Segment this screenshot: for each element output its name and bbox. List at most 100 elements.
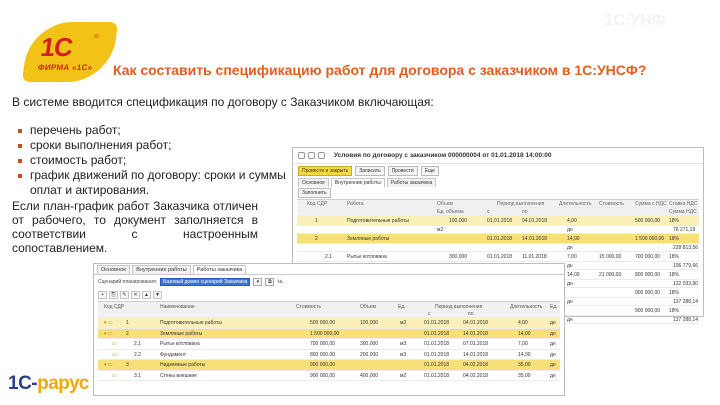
col-from: с	[487, 209, 490, 215]
item-icon: ▭	[112, 351, 117, 358]
table-cell: 14.01.2018	[463, 351, 489, 358]
logo-part-a: 1С-	[8, 373, 38, 394]
bullet-item: график движений по договору: сроки и сум…	[18, 168, 298, 198]
tab-customer-works[interactable]: Работы заказчика	[386, 178, 437, 187]
bullet-item: перечень работ;	[18, 123, 298, 138]
folder-icon: ▾ ▭	[104, 362, 113, 368]
intro-text: В системе вводится спецификация по догов…	[12, 95, 434, 109]
table-cell: м3	[400, 341, 407, 347]
table-cell: 04.01.2018	[463, 320, 489, 326]
col-qty: Объем	[437, 201, 453, 207]
col-to: по	[522, 209, 528, 215]
item-icon: ▭	[112, 372, 117, 379]
table-cell: 18%	[669, 308, 680, 314]
bullet-list: перечень работ; сроки выполнения работ; …	[18, 123, 298, 198]
save-button[interactable]: Записать	[355, 165, 385, 176]
table-cell: 04.02.2018	[463, 362, 489, 368]
tab-main[interactable]: Основное	[298, 178, 329, 187]
table-row[interactable]: ▾ ▭ 1 Подготовительные работы 500 000,00 100…	[98, 318, 560, 329]
table-cell: дн	[567, 281, 573, 287]
table-row-detail[interactable]: дн 228 813,56	[297, 244, 699, 252]
star-icon[interactable]	[318, 152, 325, 159]
table-cell: 01.01.2018	[424, 372, 450, 379]
table-cell: дн	[567, 245, 573, 251]
table-cell: 14,00	[518, 330, 531, 337]
table-cell: 01.01.2018	[424, 330, 450, 337]
bullet-item: сроки выполнения работ;	[18, 138, 298, 153]
table-cell: Земляные работы	[160, 330, 203, 337]
edit-icon[interactable]: ✎	[120, 291, 129, 299]
add-icon[interactable]: +	[98, 291, 107, 299]
tab-main[interactable]: Основное	[97, 265, 131, 274]
table-cell: Фундамент	[160, 351, 187, 358]
item-icon: ▭	[112, 341, 117, 347]
up-arrow-icon[interactable]: ▲	[142, 291, 151, 299]
table-cell: 4,00	[567, 218, 577, 224]
tab-internal-works[interactable]: Внутренние работы	[132, 265, 191, 274]
fill-button[interactable]: Заполнить	[298, 187, 331, 198]
table-row[interactable]: 2 Земляные работы 01.01.2018 14.01.2018 14,0…	[297, 234, 699, 244]
table-cell: Рытье котлована	[347, 254, 387, 260]
watermark: 1С:УНФ	[604, 12, 666, 29]
post-and-close-button[interactable]: Провести и закрыть	[298, 165, 353, 176]
folder-icon: ▾ ▭	[104, 330, 113, 337]
table-cell: 122 033,90	[673, 281, 699, 287]
scenario-number: №	[277, 279, 283, 285]
table-cell: 18%	[669, 218, 680, 224]
table-cell: 18%	[669, 290, 680, 296]
bullet-item: стоимость работ;	[18, 153, 298, 168]
table-cell: 1	[315, 218, 318, 224]
toolbar: Провести и закрыть Записать Провести Еще	[293, 164, 703, 177]
table-cell: 04.01.2018	[522, 218, 548, 224]
more-button[interactable]: Еще	[420, 165, 439, 176]
table-cell: 2.2	[134, 351, 141, 358]
scenario-select[interactable]: Базовый домен сценарий Заказчика	[160, 278, 251, 286]
table-row[interactable]: ▾ ▭ 3 Надземные работы 900 000,00 01.01.2018…	[98, 360, 560, 371]
table-row[interactable]: ▭ 2.1 Рытье котлована 700 000,00 300,000 м3 01…	[98, 339, 560, 350]
table-row-detail[interactable]: м2 дн 76 271,19	[297, 226, 699, 234]
post-button[interactable]: Провести	[387, 165, 418, 176]
table-cell: 15 000,00	[599, 254, 622, 260]
back-arrow-icon[interactable]	[298, 152, 305, 159]
table-cell: 01.01.2018	[487, 254, 513, 260]
table-cell: дн	[550, 320, 556, 326]
table-row[interactable]: ▭ 3.1 Стены внешние 900 000,00 400,000 м2 01.0…	[98, 371, 560, 381]
table-row[interactable]: 2.1 Рытье котлована 300,000 01.01.2018 11.01…	[297, 252, 699, 262]
table-cell: дн	[550, 341, 556, 347]
table-row[interactable]: ▾ ▭ 2 Земляные работы 1 500 000,00 01.01.201…	[98, 328, 560, 339]
presentation-slide: { "logo": {"brand": "1С", "sub": "ФИРМА …	[0, 0, 720, 405]
tab-customer-works[interactable]: Работы заказчика	[192, 265, 247, 274]
table-cell: 137 288,14	[673, 299, 699, 305]
down-arrow-icon[interactable]: ▼	[153, 291, 162, 299]
folder-icon: ▾ ▭	[104, 320, 113, 326]
chevron-down-icon[interactable]: ▾	[253, 278, 263, 286]
table-cell: 76 271,19	[673, 227, 696, 233]
table-cell: 228 813,56	[673, 245, 699, 251]
table-cell: 900 000,00	[635, 308, 661, 314]
table-cell: 800 000,00	[635, 272, 661, 278]
table-cell: дн	[567, 299, 573, 305]
table-cell: 18%	[669, 272, 680, 278]
logo-brand-text: 1С	[38, 32, 75, 62]
table-cell: 01.01.2018	[487, 236, 513, 242]
copy-icon[interactable]: ⎘	[109, 291, 118, 299]
tab-bar: Основное Внутренние работы Работы заказч…	[94, 264, 564, 275]
logo-part-b: рарус	[37, 373, 89, 394]
col-work: Работа	[347, 201, 364, 207]
open-icon[interactable]: ⧉	[265, 278, 275, 286]
table-cell: 200,000	[360, 351, 379, 358]
table-cell: 14,00	[518, 351, 531, 358]
table-row[interactable]: 1 Подготовительные работы 100,000 01.01.201…	[297, 216, 699, 226]
col-cost: Стоимость	[296, 304, 322, 310]
forward-arrow-icon[interactable]	[308, 152, 315, 159]
window-header: Условия по договору с заказчиком 0000000…	[293, 148, 703, 164]
col-name: Наименование	[160, 304, 195, 310]
table-cell: 18%	[669, 236, 680, 242]
table-cell: 1 500 000,00	[310, 330, 340, 337]
table-cell: 2.1	[134, 341, 141, 347]
delete-icon[interactable]: ✕	[131, 291, 140, 299]
sub-toolbar: Заполнить	[293, 187, 703, 198]
table-cell: м3	[400, 351, 407, 358]
table-row[interactable]: ▭ 2.2 Фундамент 800 000,00 200,000 м3 01.01.20…	[98, 350, 560, 360]
tab-internal-works[interactable]: Внутренние работы	[330, 178, 385, 187]
